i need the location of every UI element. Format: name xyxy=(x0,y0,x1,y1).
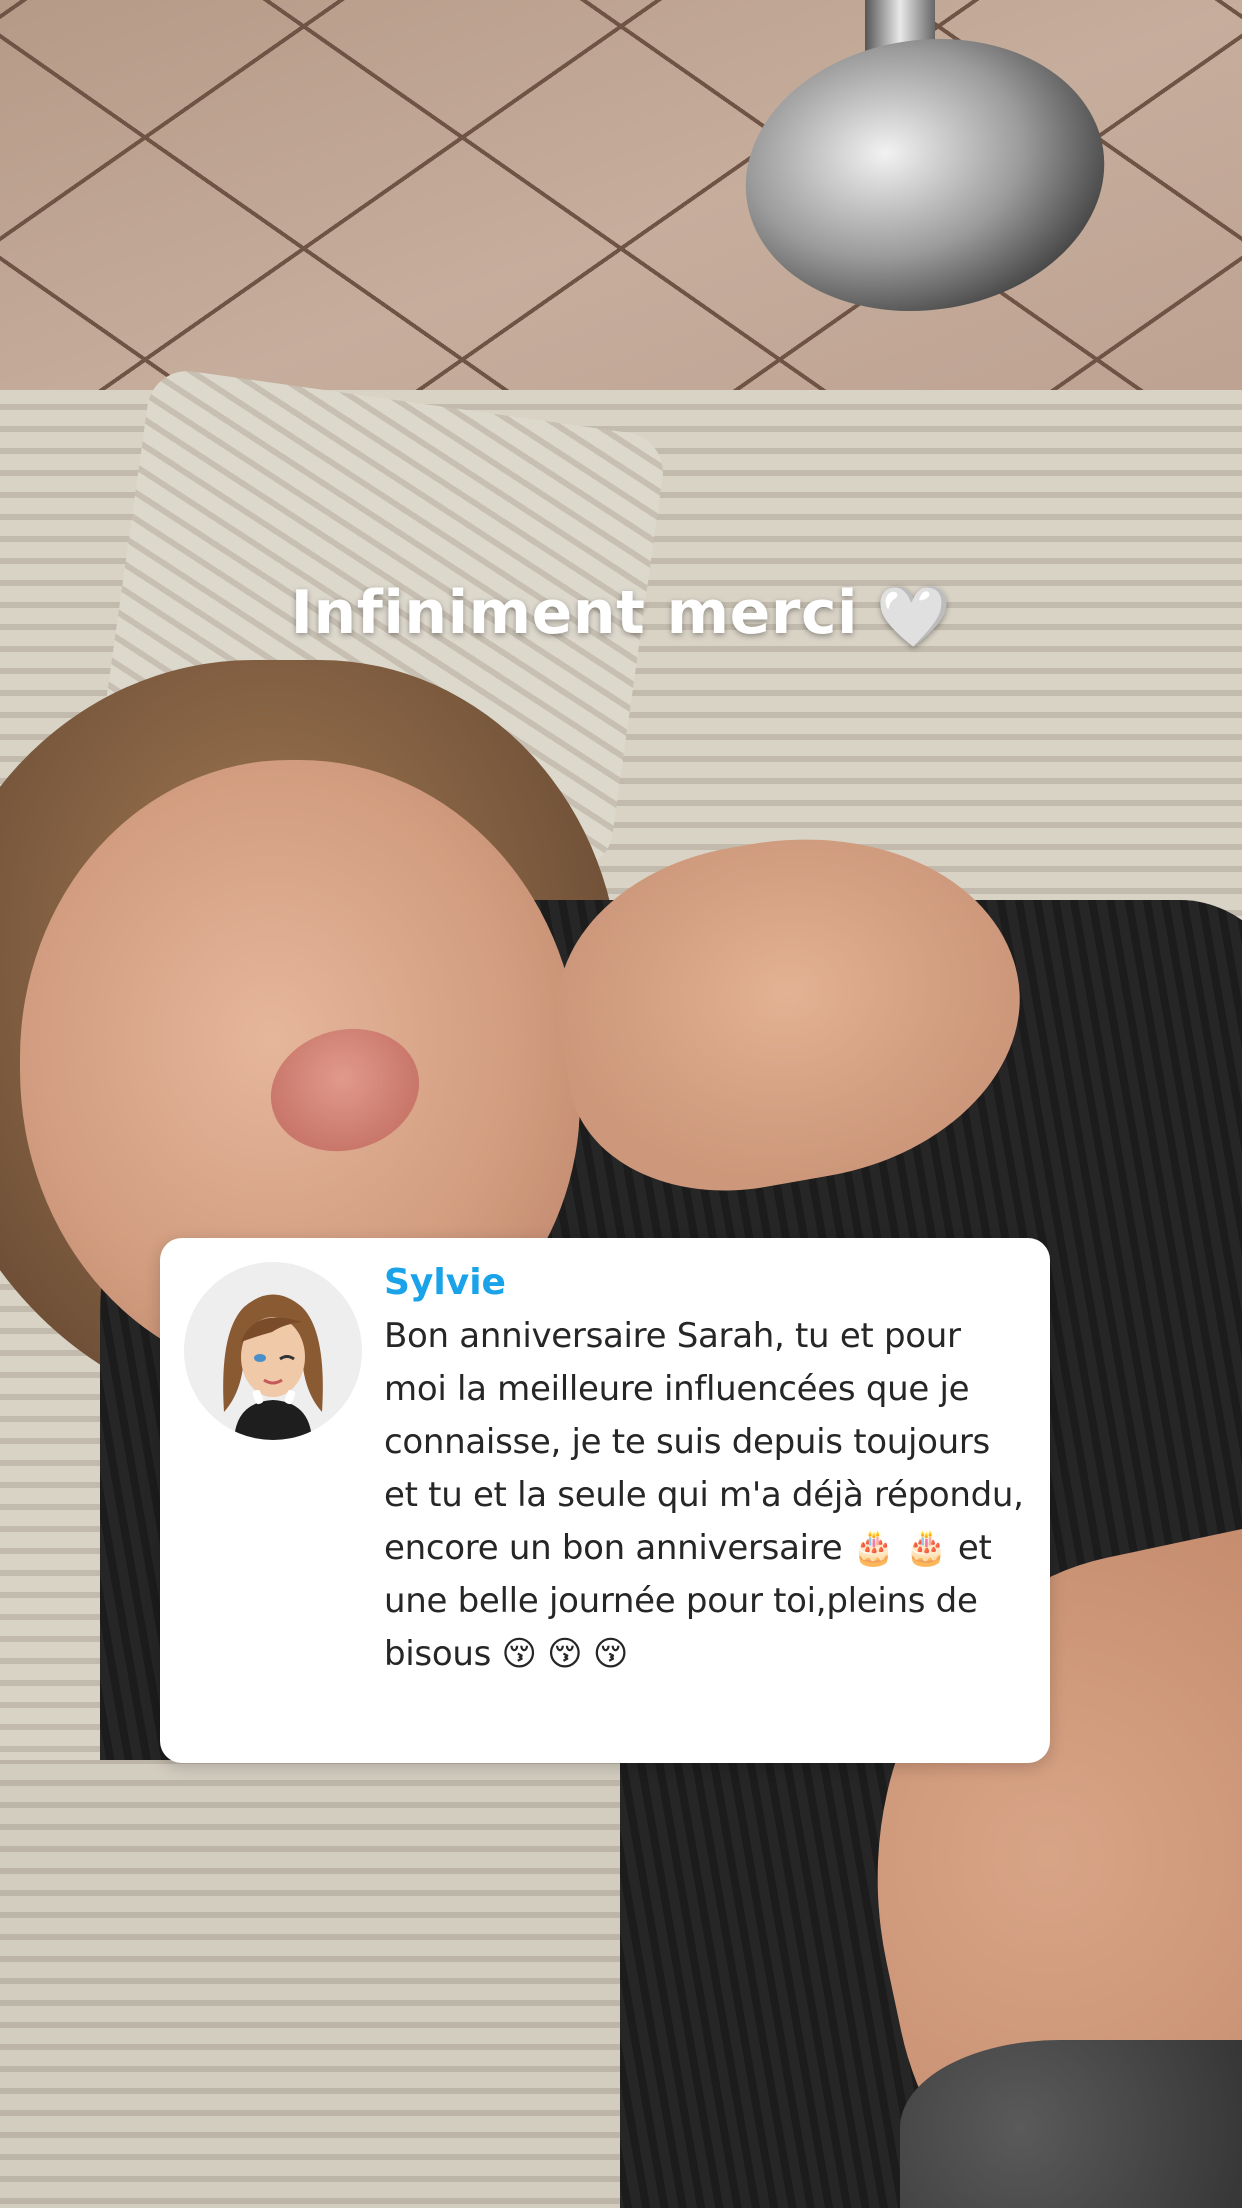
sender-name[interactable]: Sylvie xyxy=(384,1260,1030,1306)
background-photo xyxy=(0,0,1242,2208)
white-heart-icon: 🤍 xyxy=(876,582,952,652)
reply-card[interactable]: Sylvie Bon anniversaire Sarah, tu et pou… xyxy=(160,1238,1050,1763)
caption-text: Infiniment merci xyxy=(290,578,859,648)
reply-card-body: Sylvie Bon anniversaire Sarah, tu et pou… xyxy=(384,1260,1030,1681)
reply-message: Bon anniversaire Sarah, tu et pour moi l… xyxy=(384,1316,1024,1674)
story-caption: Infiniment merci 🤍 xyxy=(0,578,1242,652)
cushion-bottom xyxy=(0,1760,620,2208)
blanket xyxy=(900,2040,1242,2208)
bitmoji-avatar-icon xyxy=(184,1262,362,1440)
